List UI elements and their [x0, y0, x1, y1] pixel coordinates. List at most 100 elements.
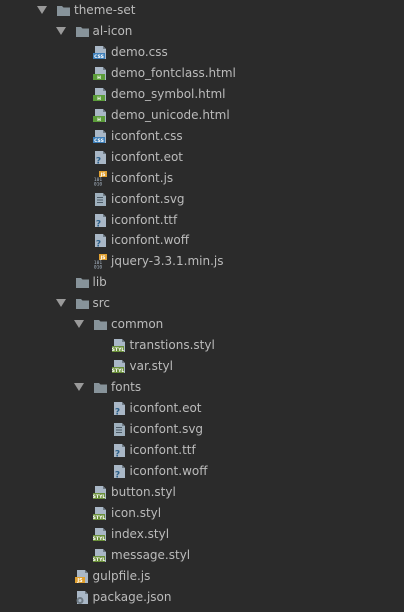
stylus-file-icon: STYL: [93, 548, 108, 563]
html-file-icon: H: [93, 66, 108, 81]
tree-item-label: al-icon: [92, 23, 133, 38]
tree-file-row[interactable]: CSS iconfont.css: [0, 126, 404, 147]
tree-item-label: iconfont.js: [111, 170, 174, 185]
tree-item-label: iconfont.woff: [111, 233, 189, 248]
tree-file-row[interactable]: ? iconfont.eot: [0, 398, 404, 419]
js-binary-file-icon: JS 101 010: [93, 254, 108, 269]
tree-item-label: iconfont.svg: [111, 191, 185, 206]
text-file-icon: [112, 422, 127, 437]
tree-file-row[interactable]: CSS demo.css: [0, 42, 404, 63]
svg-text:CSS: CSS: [94, 54, 104, 60]
unknown-file-icon: ?: [93, 150, 108, 165]
css-file-icon: CSS: [93, 45, 108, 60]
tree-item-label: iconfont.woff: [129, 463, 208, 478]
tree-item-label: var.styl: [129, 359, 174, 374]
json-file-icon: [75, 590, 90, 605]
tree-file-row[interactable]: Hdemo_unicode.html: [0, 105, 404, 126]
expand-arrow-icon[interactable]: [37, 6, 47, 14]
svg-text:STYL: STYL: [93, 536, 105, 542]
tree-item-label: demo_unicode.html: [111, 107, 230, 122]
tree-file-row[interactable]: JS 101 010 jquery-3.3.1.min.js: [0, 251, 404, 272]
tree-item-label: transtions.styl: [129, 338, 215, 353]
folder-icon: [93, 317, 108, 332]
tree-item-label: gulpfile.js: [92, 568, 151, 583]
stylus-file-icon: STYL: [93, 506, 108, 521]
svg-text:010: 010: [94, 265, 103, 270]
tree-item-label: button.styl: [111, 484, 176, 499]
tree-folder-row[interactable]: src: [0, 293, 404, 314]
unknown-file-icon: ?: [112, 401, 127, 416]
tree-item-label: demo.css: [111, 44, 168, 59]
svg-text:STYL: STYL: [93, 515, 105, 521]
css-file-icon: CSS: [93, 129, 108, 144]
unknown-file-icon: ?: [112, 464, 127, 479]
tree-file-row[interactable]: STYL transtions.styl: [0, 335, 404, 356]
tree-file-row[interactable]: JS 101 010 iconfont.js: [0, 168, 404, 189]
tree-file-row[interactable]: STYL message.styl: [0, 545, 404, 566]
tree-file-row[interactable]: STYL var.styl: [0, 356, 404, 377]
tree-item-label: iconfont.eot: [111, 149, 183, 164]
folder-icon: [75, 24, 90, 39]
tree-folder-row[interactable]: al-icon: [0, 21, 404, 42]
tree-folder-row[interactable]: fonts: [0, 377, 404, 398]
tree-folder-row[interactable]: lib: [0, 272, 404, 293]
tree-file-row[interactable]: JS gulpfile.js: [0, 566, 404, 587]
folder-icon: [75, 275, 90, 290]
tree-item-label: package.json: [92, 589, 172, 604]
tree-folder-row[interactable]: theme-set: [0, 0, 404, 21]
stylus-file-icon: STYL: [111, 359, 127, 374]
tree-file-row[interactable]: Hdemo_symbol.html: [0, 84, 404, 105]
tree-file-row[interactable]: ? iconfont.woff: [0, 230, 404, 251]
svg-text:?: ?: [114, 408, 119, 417]
svg-text:?: ?: [114, 449, 119, 458]
expand-arrow-icon[interactable]: [55, 26, 66, 35]
svg-text:CSS: CSS: [94, 138, 104, 144]
svg-text:STYL: STYL: [93, 557, 105, 563]
js-binary-file-icon: JS 101 010: [93, 170, 108, 186]
tree-item-label: demo_fontclass.html: [111, 65, 236, 80]
folder-icon: [56, 3, 71, 18]
tree-file-row[interactable]: ? iconfont.eot: [0, 147, 404, 168]
tree-file-row[interactable]: ? iconfont.ttf: [0, 210, 404, 231]
svg-text:STYL: STYL: [112, 347, 124, 353]
tree-file-row[interactable]: STYL button.styl: [0, 482, 404, 503]
expand-arrow-icon[interactable]: [74, 383, 84, 392]
project-file-tree: theme-set al-icon CSS demo.css Hdemo_fontcla…: [0, 0, 404, 612]
js-file-icon: JS: [74, 569, 90, 584]
tree-file-row[interactable]: ? iconfont.ttf: [0, 440, 404, 461]
tree-item-label: lib: [92, 275, 107, 290]
tree-file-row[interactable]: Hdemo_fontclass.html: [0, 63, 404, 84]
unknown-file-icon: ?: [93, 233, 108, 248]
tree-file-row[interactable]: package.json: [0, 587, 404, 608]
tree-item-label: src: [92, 296, 111, 311]
svg-text:STYL: STYL: [93, 494, 105, 500]
svg-text:STYL: STYL: [112, 368, 124, 374]
tree-item-label: iconfont.svg: [129, 422, 204, 436]
tree-item-label: jquery-3.3.1.min.js: [111, 254, 224, 269]
svg-text:H: H: [97, 96, 101, 102]
expand-arrow-icon[interactable]: [74, 320, 84, 329]
tree-item-label: iconfont.css: [111, 128, 183, 143]
tree-file-row[interactable]: iconfont.svg: [0, 419, 404, 440]
svg-text:H: H: [97, 117, 101, 123]
tree-file-row[interactable]: iconfont.svg: [0, 189, 404, 210]
tree-item-label: message.styl: [111, 547, 191, 562]
tree-item-label: iconfont.ttf: [111, 212, 178, 227]
tree-folder-row[interactable]: common: [0, 314, 404, 335]
tree-file-row[interactable]: STYL icon.styl: [0, 503, 404, 524]
expand-arrow-icon[interactable]: [55, 299, 66, 308]
svg-text:010: 010: [94, 181, 103, 186]
tree-item-label: fonts: [111, 380, 142, 395]
svg-text:H: H: [97, 75, 101, 81]
tree-file-row[interactable]: STYL index.styl: [0, 524, 404, 545]
stylus-file-icon: STYL: [93, 527, 108, 542]
svg-text:?: ?: [96, 156, 101, 165]
svg-text:JS: JS: [76, 578, 83, 584]
tree-file-row[interactable]: ? iconfont.woff: [0, 461, 404, 482]
text-file-icon: [93, 192, 108, 207]
svg-text:?: ?: [96, 219, 101, 228]
folder-icon: [93, 380, 108, 395]
tree-item-label: demo_symbol.html: [111, 86, 226, 101]
tree-item-label: theme-set: [74, 3, 136, 17]
svg-text:?: ?: [96, 240, 101, 249]
